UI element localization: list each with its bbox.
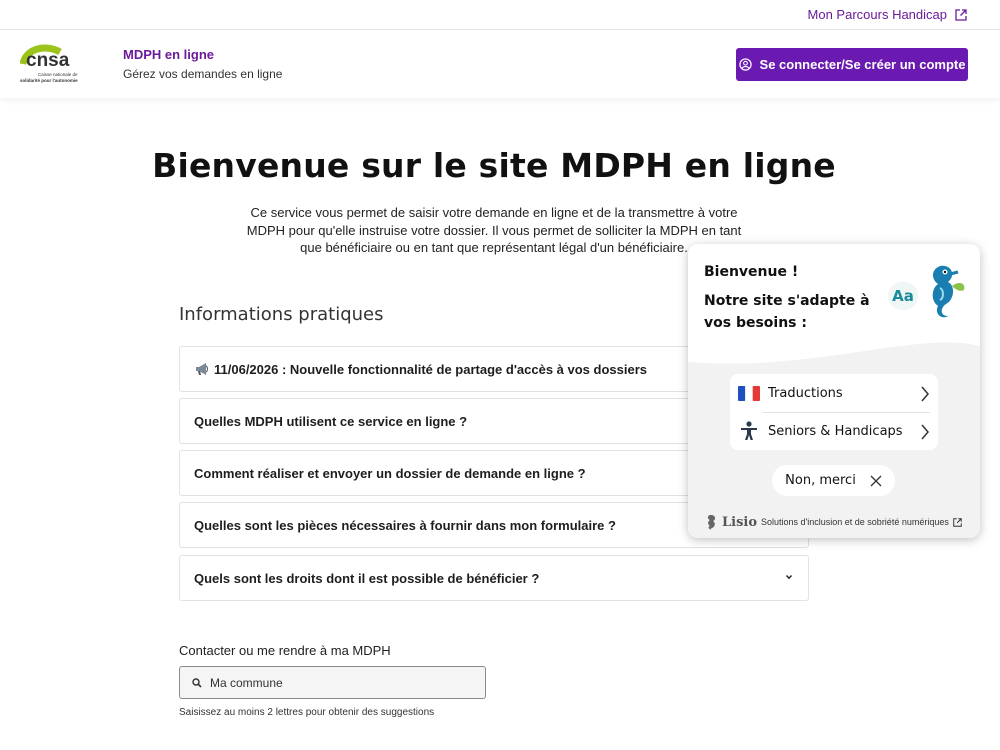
accordion-label: Comment réaliser et envoyer un dossier d… xyxy=(194,465,586,481)
accordion-label: Quels sont les droits dont il est possib… xyxy=(194,570,540,586)
commune-input[interactable] xyxy=(210,675,460,690)
lisio-adapt-text: Notre site s'adapte à vos besoins : xyxy=(704,293,870,331)
seahorse-icon xyxy=(932,265,965,318)
cnsa-logo-caption-1: Caisse nationale de xyxy=(38,72,78,77)
page-title: Bienvenue sur le site MDPH en ligne xyxy=(152,146,836,185)
chevron-right-icon xyxy=(921,386,929,402)
site-subtitle: Gérez vos demandes en ligne xyxy=(123,67,283,81)
search-icon xyxy=(192,677,202,688)
commune-search-field[interactable] xyxy=(179,666,486,699)
lisio-option-label: Traductions xyxy=(768,385,843,401)
lisio-seahorse-logo-icon xyxy=(707,515,716,530)
lisio-welcome: Bienvenue ! xyxy=(704,264,799,280)
lisio-panel: Bienvenue ! Notre site s'adapte à vos be… xyxy=(688,244,980,538)
login-button[interactable]: Se connecter/Se créer un compte xyxy=(736,48,968,81)
intro-text: Ce service vous permet de saisir votre d… xyxy=(246,205,742,255)
site-title[interactable]: MDPH en ligne xyxy=(123,47,214,62)
user-circle-icon xyxy=(738,58,752,71)
chevron-down-icon xyxy=(785,575,793,580)
font-size-badge: Aa xyxy=(888,282,918,310)
close-icon xyxy=(870,475,882,486)
cnsa-logo-text: cnsa xyxy=(26,50,70,71)
login-label: Se connecter/Se créer un compte xyxy=(759,57,966,72)
chevron-right-icon xyxy=(921,424,929,440)
cnsa-logo-caption-2: solidarité pour l'autonomie xyxy=(20,78,78,83)
lisio-mascot: Aa xyxy=(888,260,968,322)
mon-parcours-handicap-label: Mon Parcours Handicap xyxy=(807,7,947,22)
accordion-item-rights[interactable]: Quels sont les droits dont il est possib… xyxy=(179,555,809,601)
external-link-icon xyxy=(955,8,967,21)
commune-hint: Saisissez au moins 2 lettres pour obteni… xyxy=(179,707,435,718)
lisio-wave xyxy=(688,332,980,364)
external-link-icon xyxy=(953,517,962,527)
mon-parcours-handicap-link[interactable]: Mon Parcours Handicap xyxy=(808,7,967,22)
lisio-footer[interactable]: Lisio Solutions d'inclusion et de sobrié… xyxy=(704,514,962,530)
lisio-options: Traductions Seniors & Handicaps xyxy=(730,374,938,450)
lisio-footer-text: Solutions d'inclusion et de sobriété num… xyxy=(761,517,949,527)
accordion-label: Quelles sont les pièces nécessaires à fo… xyxy=(194,517,616,533)
lisio-decline-button[interactable]: Non, merci xyxy=(772,465,895,496)
top-bar: Mon Parcours Handicap xyxy=(0,0,1000,30)
lisio-option-translations[interactable]: Traductions xyxy=(730,374,938,412)
contact-label: Contacter ou me rendre à ma MDPH xyxy=(179,643,391,658)
accordion-label: 11/06/2026 : Nouvelle fonctionnalité de … xyxy=(214,361,647,377)
lisio-option-label: Seniors & Handicaps xyxy=(768,423,903,439)
megaphone-icon xyxy=(196,363,208,375)
lisio-decline-label: Non, merci xyxy=(785,473,856,488)
french-flag-icon xyxy=(738,385,760,401)
lisio-option-seniors[interactable]: Seniors & Handicaps xyxy=(730,412,938,450)
site-header: cnsa Caisse nationale de solidarité pour… xyxy=(0,30,1000,98)
lisio-brand: Lisio xyxy=(722,514,758,530)
accessibility-person-icon xyxy=(741,421,757,440)
accordion-label: Quelles MDPH utilisent ce service en lig… xyxy=(194,413,468,429)
info-section-title: Informations pratiques xyxy=(179,304,384,325)
